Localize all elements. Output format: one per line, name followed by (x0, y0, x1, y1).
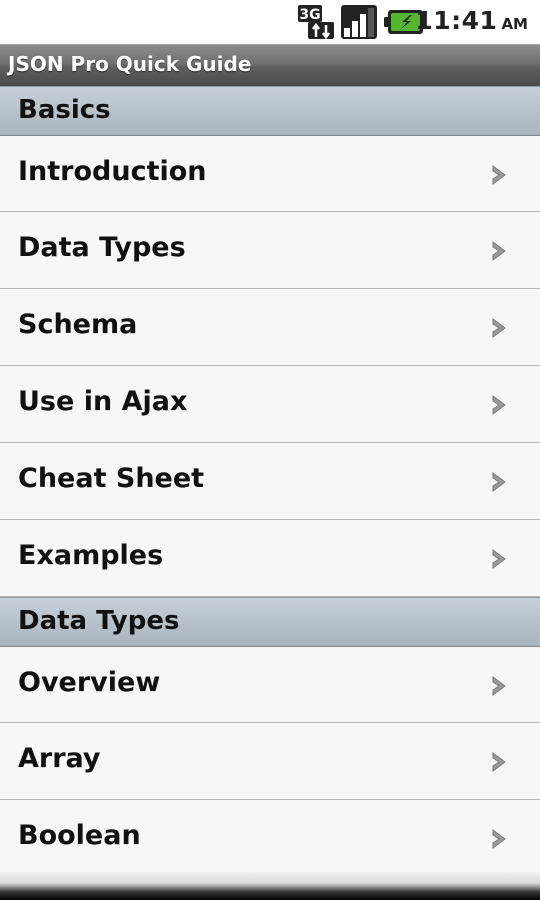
list-item-overview[interactable]: Overview (0, 647, 540, 723)
list-item-label: Data Types (18, 232, 186, 263)
list-item-examples[interactable]: Examples (0, 520, 540, 597)
chevron-right-icon (492, 676, 506, 696)
list-item-label: Cheat Sheet (18, 463, 205, 494)
3g-data-icon: 3G (298, 5, 334, 40)
chevron-right-icon (492, 395, 506, 415)
list-item-label: Array (18, 743, 101, 774)
list-item-array[interactable]: Array (0, 723, 540, 800)
list-item-label: Boolean (18, 820, 141, 851)
list-item-use-in-ajax[interactable]: Use in Ajax (0, 366, 540, 443)
chevron-right-icon (492, 318, 506, 338)
list-item-label: Examples (18, 540, 164, 571)
clock-time: 11:41 (415, 6, 498, 35)
list-item-data-types[interactable]: Data Types (0, 212, 540, 289)
list-item-label: Schema (18, 309, 138, 340)
list-item-introduction[interactable]: Introduction (0, 136, 540, 212)
chevron-right-icon (492, 752, 506, 772)
list-item-boolean[interactable]: Boolean (0, 800, 540, 877)
status-bar: 3G 11:41 AM (0, 0, 540, 44)
app-title: JSON Pro Quick Guide (8, 52, 252, 76)
app-title-bar: JSON Pro Quick Guide (0, 44, 540, 86)
clock-ampm: AM (501, 15, 528, 33)
section-title: Basics (18, 95, 111, 125)
topic-list: Basics Introduction Data Types Schema Us… (0, 86, 540, 877)
chevron-right-icon (492, 472, 506, 492)
chevron-right-icon (492, 829, 506, 849)
list-item-schema[interactable]: Schema (0, 289, 540, 366)
chevron-right-icon (492, 241, 506, 261)
list-item-label: Use in Ajax (18, 386, 188, 417)
section-header-basics: Basics (0, 86, 540, 136)
chevron-right-icon (492, 165, 506, 185)
section-title: Data Types (18, 606, 180, 636)
list-item-cheat-sheet[interactable]: Cheat Sheet (0, 443, 540, 520)
section-header-data-types: Data Types (0, 597, 540, 647)
signal-strength-icon (341, 5, 377, 39)
chevron-right-icon (492, 549, 506, 569)
list-item-label: Overview (18, 667, 161, 698)
svg-text:3G: 3G (299, 7, 320, 23)
clock: 11:41 AM (415, 6, 528, 40)
list-item-label: Introduction (18, 156, 207, 187)
bottom-shadow (0, 872, 540, 900)
